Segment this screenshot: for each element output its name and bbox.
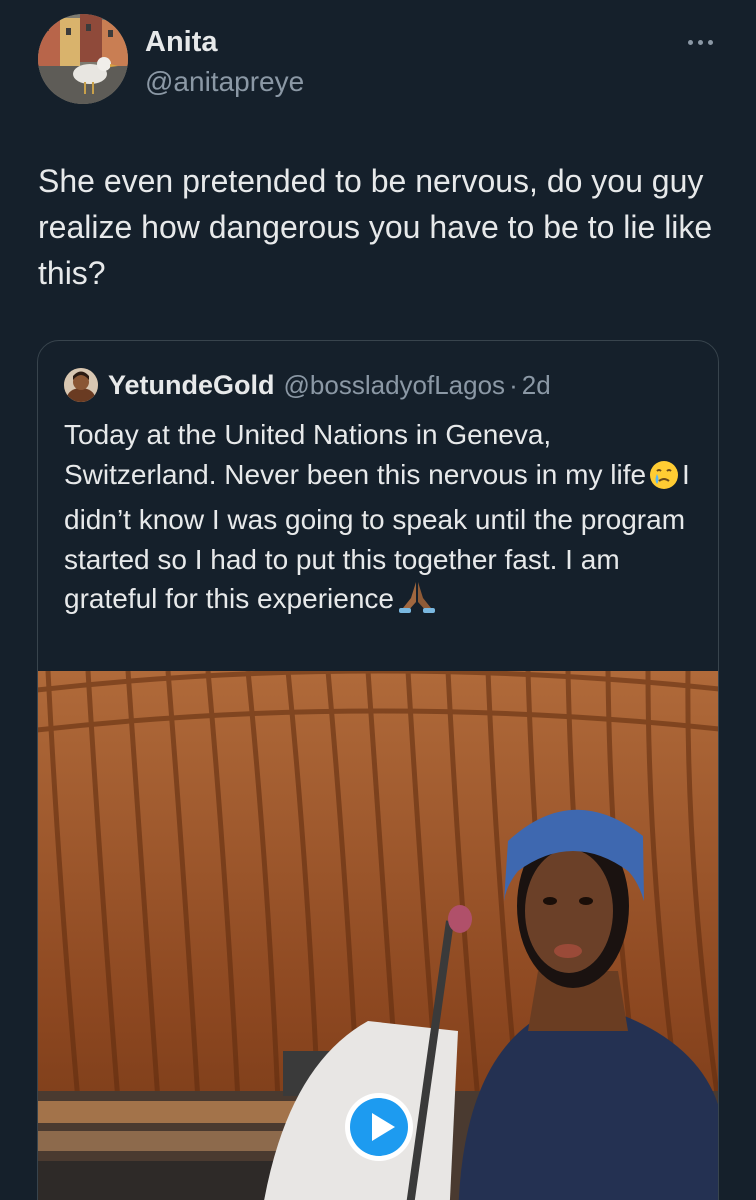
avatar-photo-icon bbox=[38, 14, 128, 104]
crying-face-emoji-icon bbox=[649, 460, 679, 501]
author-handle[interactable]: @anitapreye bbox=[145, 66, 304, 98]
more-options-icon[interactable] bbox=[678, 24, 722, 60]
more-dot bbox=[707, 39, 713, 45]
timestamp-separator: · bbox=[509, 369, 518, 400]
quoted-author-handle[interactable]: @bossladyofLagos bbox=[284, 370, 506, 401]
author-display-name[interactable]: Anita bbox=[145, 26, 218, 59]
avatar-photo-icon bbox=[64, 368, 98, 402]
author-avatar[interactable] bbox=[38, 14, 128, 104]
tweet-detail-page: Anita @anitapreye She even pretended to … bbox=[0, 0, 756, 1200]
quoted-tweet-time[interactable]: 2d bbox=[522, 370, 551, 401]
play-icon[interactable] bbox=[343, 1091, 415, 1163]
more-dot bbox=[687, 39, 693, 45]
more-dot bbox=[697, 39, 703, 45]
quoted-tweet-card[interactable]: YetundeGold @bossladyofLagos · 2d Today … bbox=[37, 340, 719, 1200]
tweet-text: She even pretended to be nervous, do you… bbox=[38, 163, 713, 291]
quoted-tweet-text: Today at the United Nations in Geneva, S… bbox=[64, 415, 704, 625]
praying-hands-emoji-icon bbox=[397, 580, 437, 625]
quoted-author-avatar[interactable] bbox=[64, 368, 98, 402]
quoted-tweet-header: YetundeGold @bossladyofLagos · 2d bbox=[64, 367, 551, 403]
quoted-text-part-1: Today at the United Nations in Geneva, S… bbox=[64, 419, 647, 490]
quoted-author-display-name[interactable]: YetundeGold bbox=[108, 370, 275, 401]
